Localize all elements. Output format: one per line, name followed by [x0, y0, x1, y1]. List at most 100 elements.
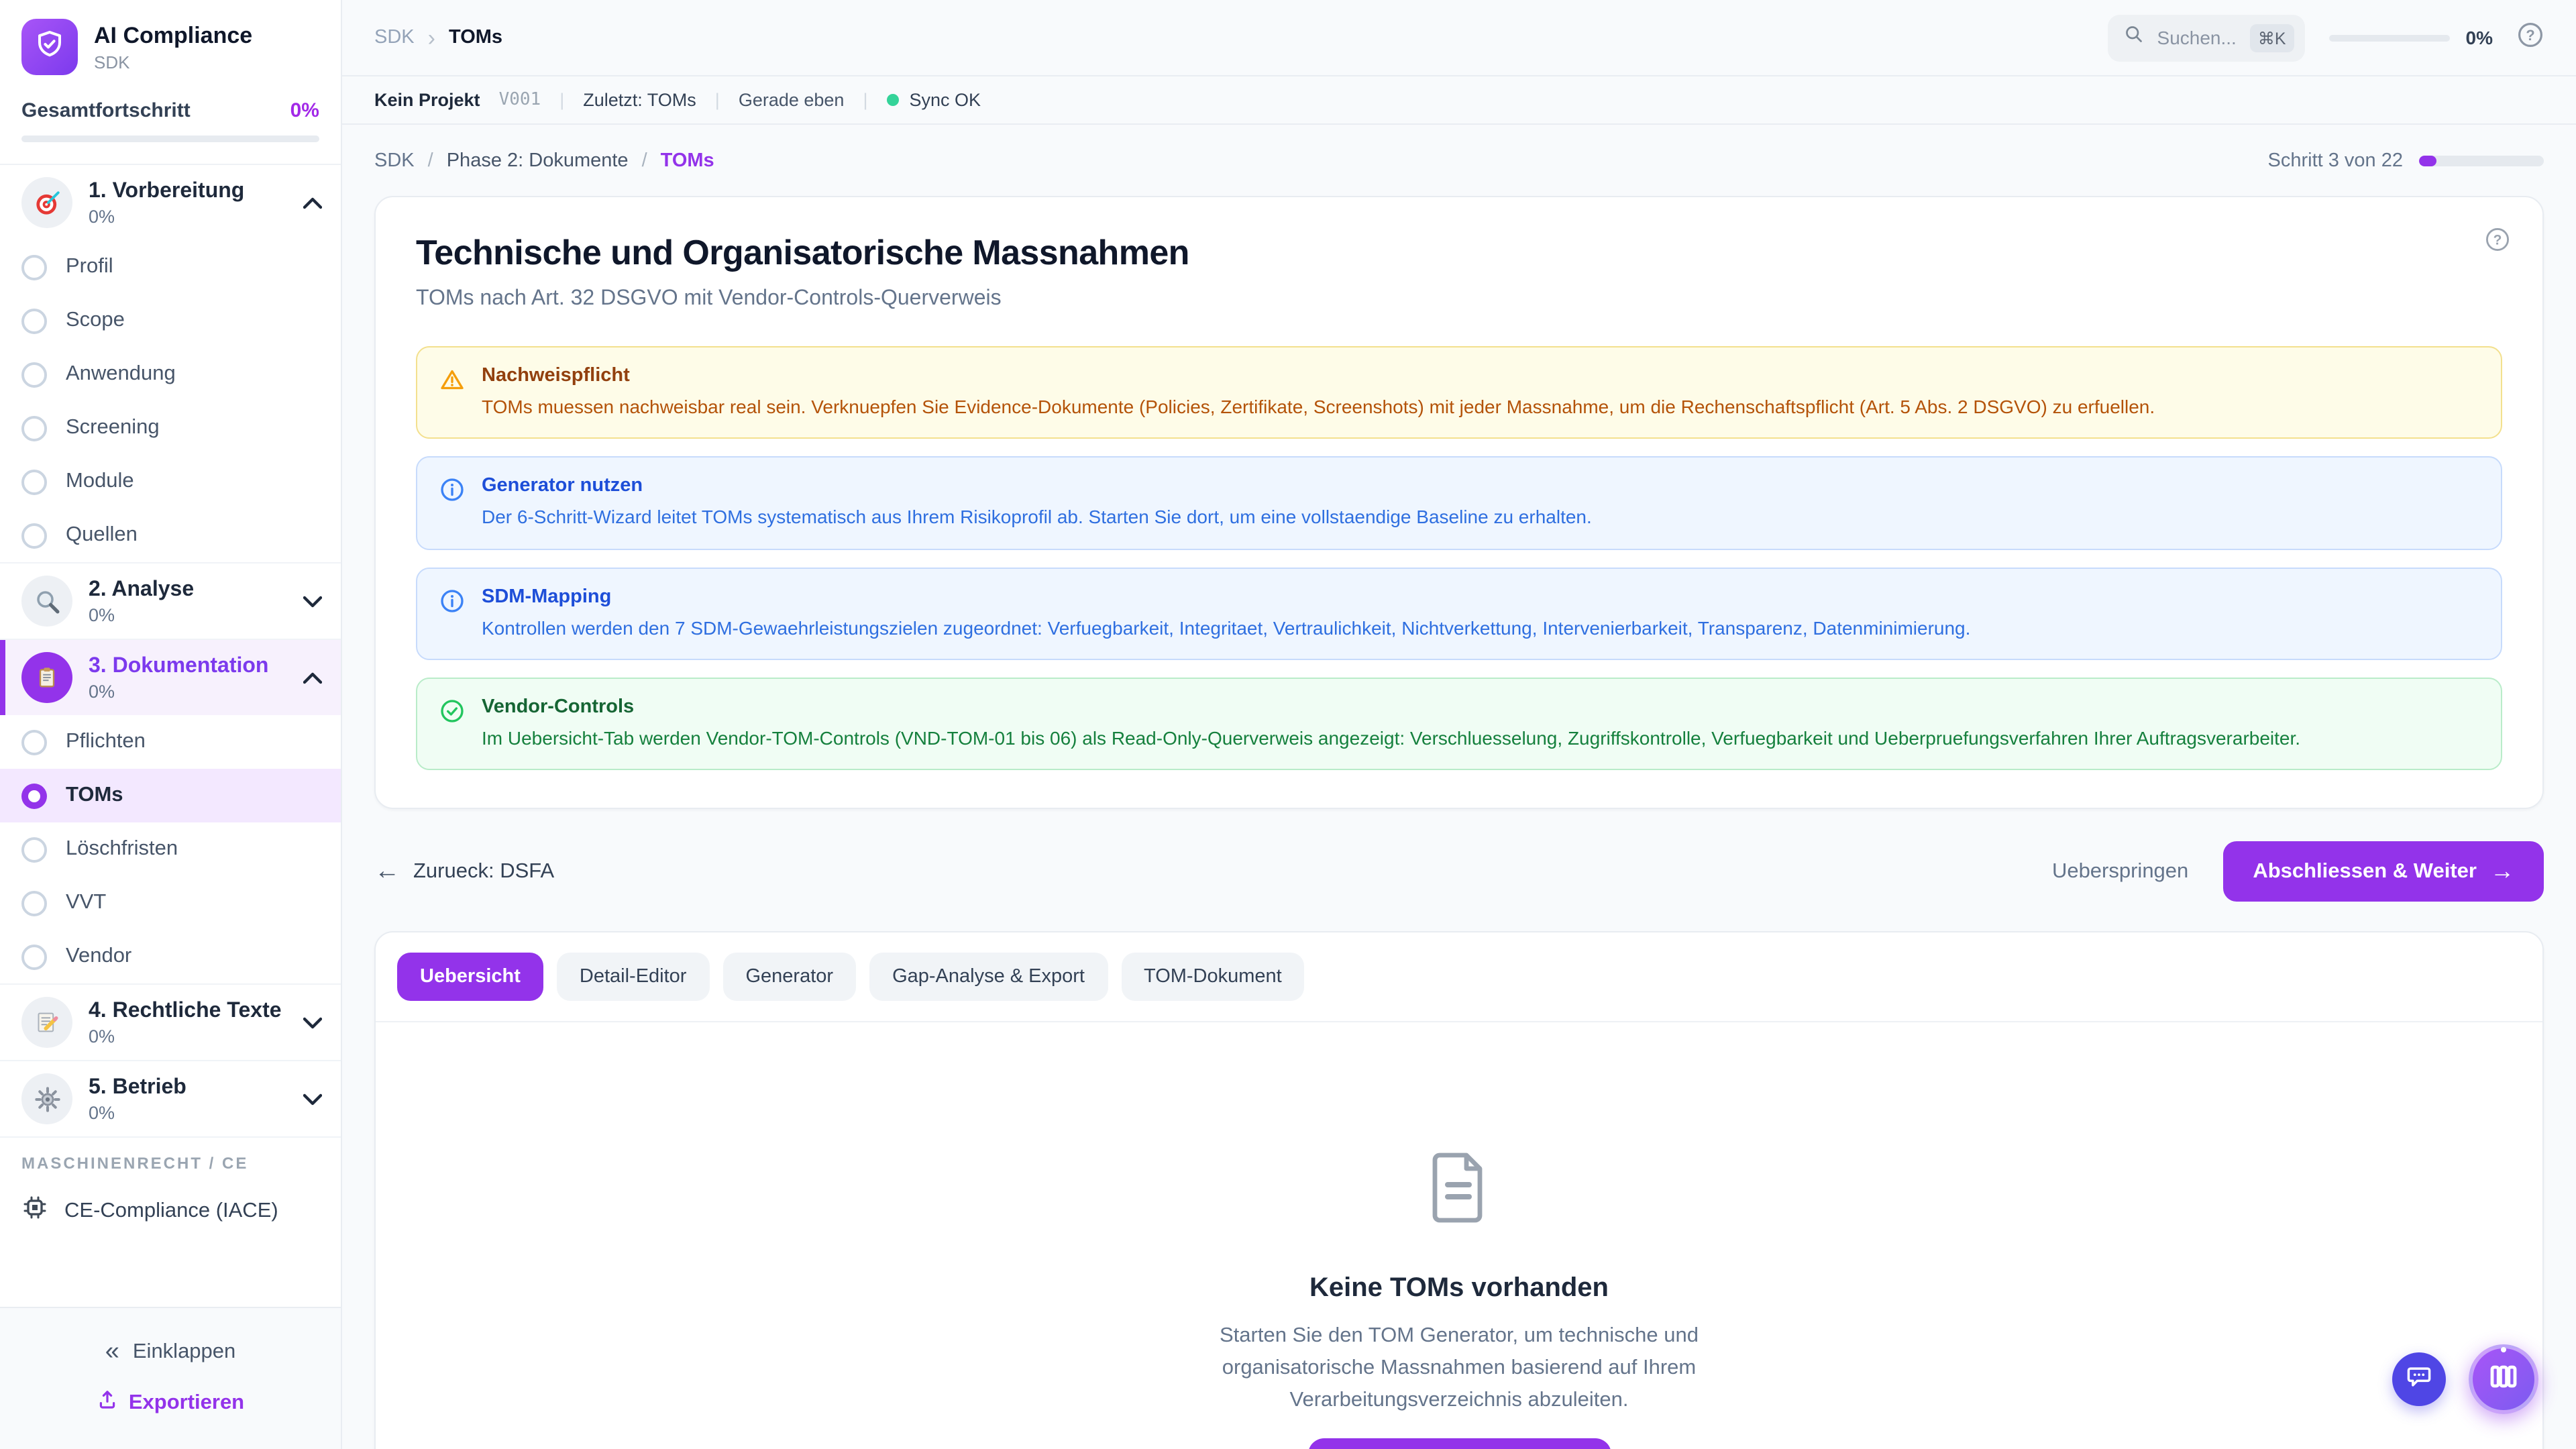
breadcrumb-toms: TOMs	[661, 150, 714, 171]
topbar-breadcrumb: SDK › TOMs	[374, 26, 502, 49]
check-circle-icon	[439, 696, 466, 752]
radio-circle-icon	[21, 254, 47, 280]
page-subtitle: TOMs nach Art. 32 DSGVO mit Vendor-Contr…	[416, 287, 2502, 311]
tab-detail-editor[interactable]: Detail-Editor	[557, 953, 710, 1001]
sidebar-section-rechtliche-texte[interactable]: 4. Rechtliche Texte 0%	[0, 983, 341, 1060]
page-title: Technische und Organisatorische Massnahm…	[416, 232, 2502, 274]
notice-body: Der 6-Schritt-Wizard leitet TOMs systema…	[482, 504, 1592, 531]
sidebar-item-module[interactable]: Module	[0, 455, 341, 508]
sidebar-item-scope[interactable]: Scope	[0, 294, 341, 347]
radio-circle-icon	[21, 837, 47, 862]
sidebar-item-quellen[interactable]: Quellen	[0, 508, 341, 562]
section-pct: 0%	[89, 681, 287, 701]
sidebar-item-toms[interactable]: TOMs	[0, 769, 341, 822]
section-label: 1. Vorbereitung	[89, 179, 287, 203]
tab-generator[interactable]: Generator	[722, 953, 856, 1001]
sidebar-section-dokumentation[interactable]: 3. Dokumentation 0%	[0, 639, 341, 715]
columns-icon	[2487, 1360, 2520, 1399]
chevron-up-icon	[303, 672, 322, 684]
search-input[interactable]: Suchen... ⌘K	[2108, 14, 2305, 61]
chevron-down-icon	[303, 1093, 322, 1105]
sidebar-item-label: Löschfristen	[66, 837, 178, 861]
back-label: Zurueck: DSFA	[413, 859, 554, 883]
sidebar-section-betrieb[interactable]: 5. Betrieb 0%	[0, 1060, 341, 1136]
notice-sdm-mapping: SDM-Mapping Kontrollen werden den 7 SDM-…	[416, 567, 2502, 660]
sidebar-item-screening[interactable]: Screening	[0, 401, 341, 455]
toms-card: Uebersicht Detail-Editor Generator Gap-A…	[374, 931, 2544, 1449]
notice-generator-nutzen: Generator nutzen Der 6-Schritt-Wizard le…	[416, 457, 2502, 550]
chat-bubble-icon	[2404, 1361, 2434, 1397]
step-label: Schritt 3 von 22	[2268, 150, 2404, 171]
page-breadcrumb-row: SDK / Phase 2: Dokumente / TOMs Schritt …	[342, 125, 2576, 196]
page-content: ? Technische und Organisatorische Massna…	[342, 196, 2576, 1449]
section-label: 5. Betrieb	[89, 1075, 287, 1099]
radio-circle-icon	[21, 362, 47, 387]
tab-uebersicht[interactable]: Uebersicht	[397, 953, 543, 1001]
back-button[interactable]: ← Zurueck: DSFA	[374, 857, 554, 886]
sidebar-item-label: Module	[66, 470, 134, 494]
breadcrumb-separator: /	[642, 150, 647, 171]
sync-ok-dot-icon	[886, 94, 898, 106]
sidebar-item-profil[interactable]: Profil	[0, 240, 341, 294]
breadcrumb-root[interactable]: SDK	[374, 27, 415, 48]
breadcrumb-phase[interactable]: Phase 2: Dokumente	[447, 150, 629, 171]
sidebar-item-vvt[interactable]: VVT	[0, 876, 341, 930]
step-progress-fill	[2419, 155, 2436, 166]
primary-cta-button-cutoff[interactable]	[1307, 1438, 1611, 1449]
clipboard-icon	[21, 652, 72, 703]
collapse-sidebar-button[interactable]: « Einklappen	[0, 1327, 341, 1378]
sidebar-item-vendor[interactable]: Vendor	[0, 930, 341, 983]
chip-icon	[21, 1194, 48, 1228]
machine-item-label: CE-Compliance (IACE)	[64, 1199, 278, 1223]
export-button[interactable]: Exportieren	[0, 1378, 341, 1428]
section-label: 2. Analyse	[89, 578, 287, 602]
topbar-progress: 0%	[2329, 27, 2493, 48]
help-icon[interactable]: ?	[2485, 227, 2510, 259]
notice-title: Vendor-Controls	[482, 696, 2300, 718]
board-columns-fab-button[interactable]	[2469, 1344, 2538, 1414]
gear-icon	[21, 1073, 72, 1124]
sidebar-item-label: Profil	[66, 255, 113, 279]
shield-check-icon	[34, 28, 66, 66]
radio-circle-icon	[21, 523, 47, 548]
export-label: Exportieren	[129, 1391, 244, 1415]
memo-icon	[21, 997, 72, 1048]
arrow-right-icon: →	[2490, 857, 2514, 885]
chat-fab-button[interactable]	[2392, 1352, 2446, 1406]
sidebar-section-vorbereitung[interactable]: 1. Vorbereitung 0%	[0, 165, 341, 240]
submit-next-button[interactable]: Abschliessen & Weiter →	[2223, 841, 2544, 902]
sidebar-nav: 1. Vorbereitung 0% Profil Scope Anwendun…	[0, 165, 341, 1307]
sidebar-section-analyse[interactable]: 2. Analyse 0%	[0, 562, 341, 639]
tab-gap-analyse-export[interactable]: Gap-Analyse & Export	[869, 953, 1108, 1001]
wizard-action-row: ← Zurueck: DSFA Ueberspringen Abschliess…	[374, 841, 2544, 902]
version-badge: V001	[499, 90, 541, 110]
brand-logo	[21, 19, 78, 75]
breadcrumb-sdk[interactable]: SDK	[374, 150, 415, 171]
sidebar-item-label: Pflichten	[66, 730, 146, 754]
overall-progress-label: Gesamtfortschritt	[21, 99, 191, 122]
breadcrumb-current: TOMs	[449, 27, 502, 48]
svg-text:?: ?	[2526, 26, 2534, 43]
sidebar-item-ce-compliance[interactable]: CE-Compliance (IACE)	[0, 1178, 341, 1244]
sidebar-item-pflichten[interactable]: Pflichten	[0, 715, 341, 769]
overall-progress: Gesamtfortschritt 0%	[0, 91, 341, 165]
notice-title: SDM-Mapping	[482, 586, 1970, 607]
divider: |	[863, 90, 867, 110]
app-title: AI Compliance	[94, 22, 252, 49]
sync-label: Sync OK	[909, 90, 981, 110]
search-shortcut-badge: ⌘K	[2250, 23, 2294, 52]
skip-button[interactable]: Ueberspringen	[2052, 859, 2188, 883]
arrow-left-icon: ←	[374, 857, 400, 886]
target-icon	[21, 177, 72, 228]
info-circle-icon	[439, 586, 466, 641]
help-icon[interactable]: ?	[2517, 21, 2544, 54]
tab-tom-dokument[interactable]: TOM-Dokument	[1121, 953, 1305, 1001]
empty-state: Keine TOMs vorhanden Starten Sie den TOM…	[376, 1022, 2542, 1449]
sidebar-item-anwendung[interactable]: Anwendung	[0, 347, 341, 401]
divider: |	[559, 90, 564, 110]
sidebar-item-label: TOMs	[66, 784, 123, 808]
notice-body: TOMs muessen nachweisbar real sein. Verk…	[482, 393, 2155, 421]
section-pct: 0%	[89, 604, 287, 625]
radio-circle-icon	[21, 308, 47, 333]
sidebar-item-loeschfristen[interactable]: Löschfristen	[0, 822, 341, 876]
